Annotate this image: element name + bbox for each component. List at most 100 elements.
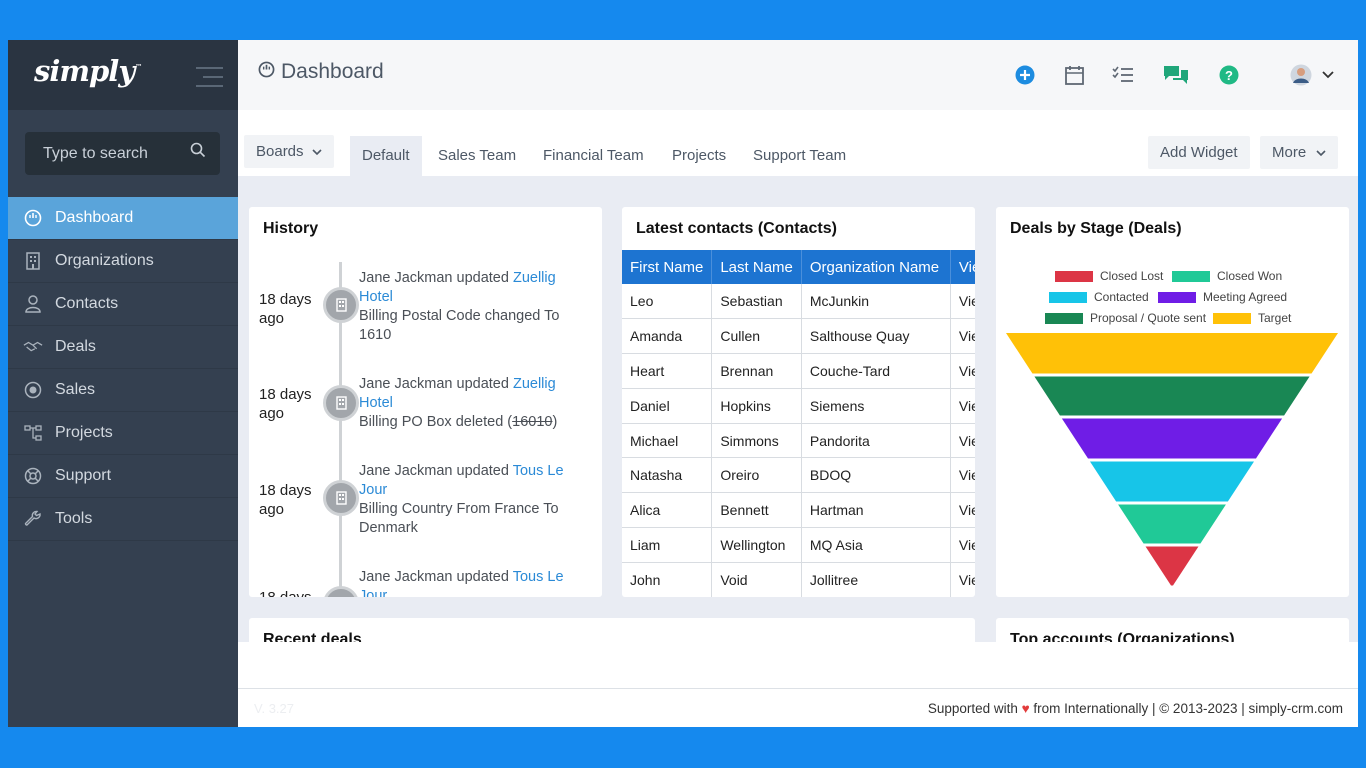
tab-support-team[interactable]: Support Team <box>741 136 858 176</box>
table-cell: Jollitree <box>801 562 951 597</box>
table-cell: Natasha <box>622 457 713 494</box>
sidebar-item-contacts[interactable]: Contacts <box>8 283 238 326</box>
sidebar-item-dashboard[interactable]: Dashboard <box>8 197 238 240</box>
table-cell: Wellington <box>711 527 802 563</box>
sidebar-item-tools[interactable]: Tools <box>8 498 238 541</box>
table-cell: Sebastian <box>711 284 802 320</box>
tasks-icon[interactable] <box>1110 62 1136 88</box>
funnel-stage[interactable] <box>1118 504 1226 544</box>
sidebar-item-projects[interactable]: Projects <box>8 412 238 455</box>
table-cell[interactable]: Vie <box>950 457 975 494</box>
history-time: 18 days ago <box>259 482 312 518</box>
table-cell: Amanda <box>622 318 713 355</box>
funnel-stage[interactable] <box>1006 333 1338 374</box>
history-text: Jane Jackman updated Tous Le Jour <box>359 568 584 597</box>
table-row[interactable]: Liam Wellington MQ Asia Vie <box>622 527 975 563</box>
content-overlay <box>238 642 1358 688</box>
sidebar-item-organizations[interactable]: Organizations <box>8 240 238 283</box>
sidebar-item-sales[interactable]: Sales <box>8 369 238 412</box>
table-row[interactable]: Natasha Oreiro BDOQ Vie <box>622 457 975 494</box>
table-cell: MQ Asia <box>801 527 951 563</box>
sidebar-item-support[interactable]: Support <box>8 455 238 498</box>
sidebar-item-label: Tools <box>55 510 93 527</box>
sidebar-item-deals[interactable]: Deals <box>8 326 238 369</box>
table-cell[interactable]: Vie <box>950 527 975 563</box>
heart-icon: ♥ <box>1021 701 1030 716</box>
deals-widget: Deals by Stage (Deals) Closed Lost Closed… <box>996 207 1349 597</box>
column-header[interactable]: Organization Name <box>801 250 951 284</box>
dashboard-icon <box>23 208 43 228</box>
handshake-icon <box>23 337 43 357</box>
funnel-stage[interactable] <box>1089 461 1255 502</box>
table-cell: Void <box>711 562 802 597</box>
funnel-stage[interactable] <box>1034 376 1310 416</box>
table-row[interactable]: Leo Sebastian McJunkin Vie <box>622 284 975 320</box>
version-label: V. 3.27 <box>254 701 295 716</box>
search-placeholder: Type to search <box>43 145 148 162</box>
sidebar: simply™ Type to search Dashboard Organiz… <box>8 40 238 727</box>
target-icon <box>23 380 43 400</box>
menu-toggle-icon[interactable] <box>196 67 223 94</box>
funnel-chart <box>1006 333 1338 586</box>
table-cell[interactable]: Vie <box>950 562 975 597</box>
chevron-down-icon[interactable] <box>1315 62 1341 88</box>
table-row[interactable]: Alica Bennett Hartman Vie <box>622 492 975 529</box>
funnel-stage[interactable] <box>1061 418 1283 459</box>
table-cell[interactable]: Vie <box>950 423 975 459</box>
user-avatar[interactable] <box>1288 62 1314 88</box>
table-cell: Heart <box>622 353 713 389</box>
tab-sales-team[interactable]: Sales Team <box>426 136 528 176</box>
help-icon[interactable]: ? <box>1216 62 1242 88</box>
boards-dropdown[interactable]: Boards <box>244 135 334 168</box>
contacts-widget: Latest contacts (Contacts) First Name La… <box>622 207 975 597</box>
logo[interactable]: simply™ <box>34 54 142 88</box>
table-row[interactable]: Michael Simmons Pandorita Vie <box>622 423 975 459</box>
page-title: Dashboard <box>258 60 384 84</box>
calendar-icon[interactable] <box>1061 62 1087 88</box>
history-text: Jane Jackman updated Tous Le Jour Billin… <box>359 463 564 536</box>
search-icon[interactable] <box>190 132 206 175</box>
column-header[interactable]: Last Name <box>711 250 802 284</box>
top-header: Dashboard ? <box>238 40 1358 110</box>
more-dropdown[interactable]: More <box>1260 136 1339 169</box>
chat-icon[interactable] <box>1163 62 1189 88</box>
table-cell[interactable]: Vie <box>950 492 975 529</box>
table-cell: Hartman <box>801 492 951 529</box>
user-icon <box>23 294 43 314</box>
table-cell[interactable]: Vie <box>950 284 975 320</box>
table-row[interactable]: John Void Jollitree Vie <box>622 562 975 597</box>
building-icon <box>323 586 359 597</box>
table-cell: Hopkins <box>711 388 802 424</box>
search-input[interactable]: Type to search <box>25 132 220 175</box>
table-cell[interactable]: Vie <box>950 353 975 389</box>
column-header[interactable]: Vie <box>950 250 975 284</box>
history-widget: History 18 days ago Jane Jackman updated… <box>249 207 602 597</box>
table-row[interactable]: Heart Brennan Couche-Tard Vie <box>622 353 975 389</box>
add-widget-button[interactable]: Add Widget <box>1148 136 1250 169</box>
funnel-stage[interactable] <box>1145 546 1199 586</box>
tab-projects[interactable]: Projects <box>660 136 738 176</box>
add-icon[interactable] <box>1012 62 1038 88</box>
sidebar-item-label: Contacts <box>55 295 119 312</box>
history-time: 18 days ago <box>259 386 312 422</box>
contacts-table: First Name Last Name Organization Name V… <box>622 250 975 597</box>
history-text: Jane Jackman updated Zuellig Hotel Billi… <box>359 376 558 430</box>
footer: V. 3.27 Supported with ♥ from Internatio… <box>238 688 1358 727</box>
table-row[interactable]: Amanda Cullen Salthouse Quay Vie <box>622 318 975 355</box>
table-cell[interactable]: Vie <box>950 318 975 355</box>
table-cell: McJunkin <box>801 284 951 320</box>
tab-default[interactable]: Default <box>350 136 422 176</box>
widget-title: History <box>263 220 319 237</box>
table-cell: Alica <box>622 492 713 529</box>
table-row[interactable]: Daniel Hopkins Siemens Vie <box>622 388 975 424</box>
building-icon <box>323 385 359 421</box>
logo-bar: simply™ <box>8 40 238 110</box>
footer-text: Supported with ♥ from Internationally | … <box>927 701 1343 716</box>
column-header[interactable]: First Name <box>622 250 713 284</box>
table-cell[interactable]: Vie <box>950 388 975 424</box>
sidebar-item-label: Support <box>55 467 112 484</box>
app-window: simply™ Type to search Dashboard Organiz… <box>8 40 1358 727</box>
dashboard-icon <box>258 60 281 84</box>
table-cell: Michael <box>622 423 713 459</box>
tab-financial-team[interactable]: Financial Team <box>531 136 656 176</box>
